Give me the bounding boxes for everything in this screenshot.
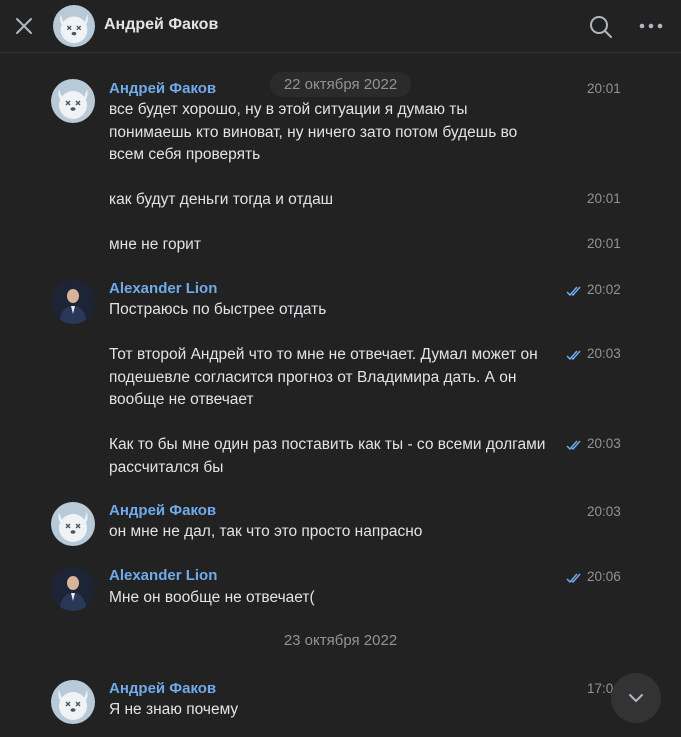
message-time[interactable]: 20:01 <box>587 236 621 251</box>
message-text: Постраюсь по быстрее отдать <box>109 301 327 318</box>
message-time[interactable]: 20:03 <box>587 504 621 519</box>
message-text: Я не знаю почему <box>109 701 239 718</box>
read-check-icon <box>566 573 581 583</box>
close-icon[interactable] <box>12 14 36 38</box>
message-author[interactable]: Alexander Lion <box>109 280 217 297</box>
message-author[interactable]: Alexander Lion <box>109 567 217 584</box>
avatar[interactable] <box>51 502 95 546</box>
date-label: 22 октября 2022 <box>269 72 412 97</box>
message-text: он мне не дал, так что это просто напрас… <box>109 523 423 540</box>
message-time[interactable]: 20:02 <box>587 282 621 297</box>
avatar[interactable] <box>51 280 95 324</box>
message-author[interactable]: Андрей Факов <box>109 680 216 697</box>
message-time[interactable]: 20:06 <box>587 569 621 584</box>
message-list: 22 октября 2022 Андрей Факов все будет х… <box>0 53 681 737</box>
read-check-icon <box>566 440 581 450</box>
dog-avatar-icon <box>51 680 95 724</box>
read-check-icon <box>566 350 581 360</box>
message-time[interactable]: 20:01 <box>587 81 621 96</box>
message-text: Тот второй Андрей что то мне не отвечает… <box>109 346 538 408</box>
message-text: все будет хорошо, ну в этой ситуации я д… <box>109 101 518 163</box>
more-icon[interactable] <box>638 14 664 38</box>
avatar[interactable] <box>51 680 95 724</box>
date-separator: 22 октября 2022 <box>0 72 681 97</box>
page-title[interactable]: Андрей Факов <box>104 16 218 34</box>
message-author[interactable]: Андрей Факов <box>109 80 216 97</box>
message-time[interactable]: 17:0 <box>587 681 613 696</box>
date-label: 23 октября 2022 <box>283 632 398 649</box>
message-text: как будут деньги тогда и отдаш <box>109 191 334 208</box>
message-author[interactable]: Андрей Факов <box>109 502 216 519</box>
chat-header: Андрей Факов <box>0 0 681 53</box>
message-text: мне не горит <box>109 236 201 253</box>
person-avatar-icon <box>51 280 95 324</box>
chevron-down-icon <box>629 694 643 702</box>
dog-avatar-icon <box>51 79 95 123</box>
message-text: Мне он вообще не отвечает( <box>109 589 315 606</box>
avatar[interactable] <box>53 5 95 47</box>
message-time[interactable]: 20:03 <box>587 346 621 361</box>
scroll-down-button[interactable] <box>611 673 661 723</box>
read-check-icon <box>566 286 581 296</box>
search-icon[interactable] <box>588 14 614 40</box>
message-time[interactable]: 20:03 <box>587 436 621 451</box>
avatar[interactable] <box>51 79 95 123</box>
dog-avatar-icon <box>51 502 95 546</box>
message-time[interactable]: 20:01 <box>587 191 621 206</box>
message-text: Как то бы мне один раз поставить как ты … <box>109 436 546 476</box>
person-avatar-icon <box>51 567 95 611</box>
dog-avatar-icon <box>53 5 95 47</box>
avatar[interactable] <box>51 567 95 611</box>
date-separator: 23 октября 2022 <box>0 628 681 653</box>
